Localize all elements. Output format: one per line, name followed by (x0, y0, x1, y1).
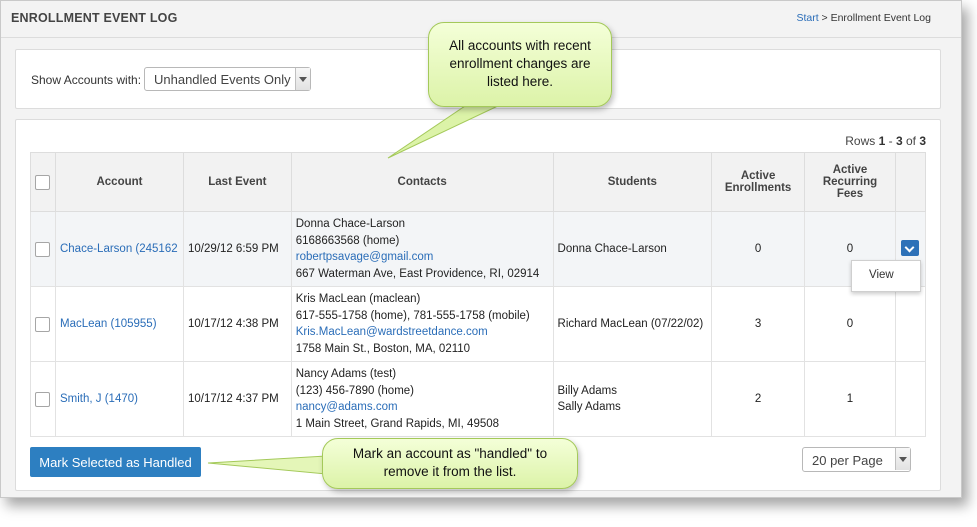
last-event-cell: 10/17/12 4:37 PM (182, 361, 292, 437)
rows-end: 3 (895, 134, 903, 148)
contact-email-link[interactable]: Kris.MacLean@wardstreetdance.com (296, 324, 549, 341)
row-select-cell (30, 211, 56, 287)
row-action-cell (894, 286, 927, 362)
filter-label: Show Accounts with: (31, 73, 142, 87)
show-accounts-value: Unhandled Events Only (154, 72, 291, 87)
header-actions (894, 152, 927, 212)
contact-name: Nancy Adams (test) (295, 368, 397, 380)
rows-count: Rows 1 - 3 of 3 (845, 134, 926, 148)
breadcrumb: Start > Enrollment Event Log (796, 12, 931, 24)
table-row: MacLean (105955) 10/17/12 4:38 PM Kris M… (30, 286, 927, 362)
contacts-cell: Nancy Adams (test) (123) 456-7890 (home)… (290, 361, 554, 437)
per-page-select[interactable]: 20 per Page (802, 447, 911, 472)
header-students[interactable]: Students (552, 152, 713, 212)
active-enrollments-cell: 3 (711, 286, 806, 362)
row-checkbox[interactable] (35, 316, 51, 332)
mark-handled-button[interactable]: Mark Selected as Handled (30, 447, 201, 477)
rows-of: of (902, 134, 920, 148)
header-account[interactable]: Account (54, 152, 184, 212)
row-select-cell (30, 286, 56, 362)
header-last-event[interactable]: Last Event (182, 152, 292, 212)
callout-list-note: All accounts with recent enrollment chan… (428, 22, 612, 107)
contact-name: Kris MacLean (maclean) (295, 293, 421, 305)
rows-sep: - (885, 134, 896, 148)
table-row: Chace-Larson (245162 10/29/12 6:59 PM Do… (30, 211, 927, 287)
last-event-cell: 10/29/12 6:59 PM (182, 211, 292, 287)
contact-phone: 617-555-1758 (home), 781-555-1758 (mobil… (295, 309, 530, 322)
row-action-menu: View (851, 260, 921, 292)
accounts-panel: Rows 1 - 3 of 3 Account Last Event Conta… (15, 119, 941, 491)
header-active-enrollments[interactable]: Active Enrollments (711, 152, 806, 212)
contacts-cell: Donna Chace-Larson 6168663568 (home) rob… (290, 211, 554, 287)
active-enrollments-cell: 0 (711, 211, 806, 287)
contact-address: 1 Main Street, Grand Rapids, MI, 49508 (295, 417, 500, 430)
rows-prefix: Rows (845, 134, 879, 148)
account-link[interactable]: Smith, J (1470) (60, 393, 138, 405)
events-table: Account Last Event Contacts Students Act… (30, 152, 927, 437)
contact-phone: (123) 456-7890 (home) (295, 384, 415, 397)
student-name: Donna Chace-Larson (557, 242, 667, 255)
row-select-cell (30, 361, 56, 437)
chevron-down-icon[interactable] (901, 239, 920, 256)
active-recurring-fees-cell: 1 (804, 361, 896, 437)
per-page-value: 20 per Page (812, 453, 883, 468)
show-accounts-select[interactable]: Unhandled Events Only (144, 67, 311, 91)
student-name: Sally Adams (557, 401, 621, 413)
contact-name: Donna Chace-Larson (295, 218, 406, 230)
select-all-header (30, 152, 56, 212)
student-name: Richard MacLean (07/22/02) (557, 317, 704, 330)
caret-down-icon[interactable] (895, 448, 910, 470)
contact-email-link[interactable]: nancy@adams.com (296, 399, 549, 416)
breadcrumb-current: Enrollment Event Log (830, 12, 931, 24)
last-event-cell: 10/17/12 4:38 PM (182, 286, 292, 362)
row-checkbox[interactable] (35, 241, 51, 257)
contact-phone: 6168663568 (home) (295, 234, 400, 247)
header-active-recurring-fees[interactable]: Active Recurring Fees (804, 152, 896, 212)
contacts-cell: Kris MacLean (maclean) 617-555-1758 (hom… (290, 286, 554, 362)
caret-down-icon[interactable] (295, 68, 310, 90)
select-all-checkbox[interactable] (35, 174, 51, 190)
contact-address: 1758 Main St., Boston, MA, 02110 (295, 342, 471, 355)
active-recurring-fees-cell: 0 (804, 286, 896, 362)
student-name: Billy Adams (557, 384, 617, 397)
table-row: Smith, J (1470) 10/17/12 4:37 PM Nancy A… (30, 361, 927, 437)
callout-handled-note: Mark an account as "handled" to remove i… (322, 438, 578, 489)
students-cell: Donna Chace-Larson (552, 211, 713, 287)
account-link[interactable]: Chace-Larson (245162 (60, 243, 178, 255)
rows-total: 3 (919, 134, 926, 148)
students-cell: Billy Adams Sally Adams (552, 361, 713, 437)
table-header-row: Account Last Event Contacts Students Act… (30, 152, 927, 212)
row-checkbox[interactable] (35, 391, 51, 407)
account-link[interactable]: MacLean (105955) (60, 318, 157, 330)
contact-email-link[interactable]: robertpsavage@gmail.com (296, 249, 549, 266)
row-action-cell (894, 361, 927, 437)
students-cell: Richard MacLean (07/22/02) (552, 286, 713, 362)
page-title: ENROLLMENT EVENT LOG (11, 11, 178, 25)
account-cell: MacLean (105955) (54, 286, 184, 362)
contact-address: 667 Waterman Ave, East Providence, RI, 0… (295, 267, 540, 280)
header-contacts[interactable]: Contacts (290, 152, 554, 212)
account-cell: Chace-Larson (245162 (54, 211, 184, 287)
breadcrumb-start-link[interactable]: Start (796, 12, 818, 24)
account-cell: Smith, J (1470) (54, 361, 184, 437)
active-enrollments-cell: 2 (711, 361, 806, 437)
breadcrumb-separator: > (818, 12, 831, 24)
view-menu-item[interactable]: View (869, 269, 894, 281)
